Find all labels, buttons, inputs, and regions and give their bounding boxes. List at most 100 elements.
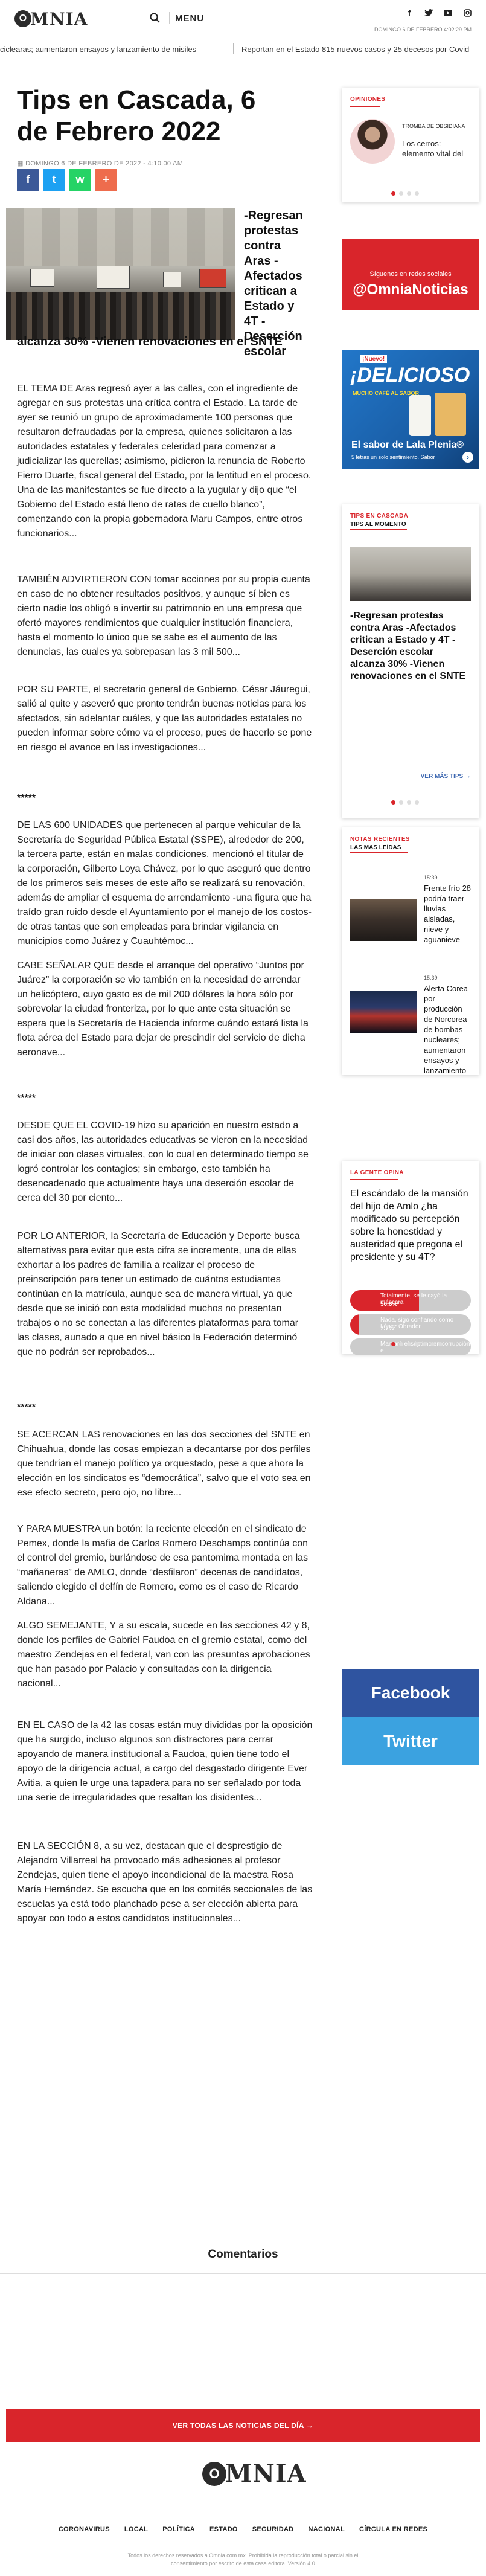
menu-button[interactable]: MENU bbox=[175, 13, 204, 24]
article-hero-image bbox=[6, 208, 235, 340]
recent-news-widget: NOTAS RECIENTES LAS MÁS LEÍDAS 15:39 Fre… bbox=[342, 827, 479, 1075]
facebook-icon[interactable]: f bbox=[405, 8, 414, 18]
header-date: DOMINGO 6 DE FEBRERO 4:02:29 PM bbox=[374, 27, 472, 33]
poll-heading: LA GENTE OPINA bbox=[350, 1169, 404, 1176]
carousel-dots bbox=[391, 800, 419, 805]
opinions-widget: OPINIONES TROMBA DE OBSIDIANA Los cerros… bbox=[342, 88, 479, 202]
article-paragraph: EN EL CASO de la 42 las cosas están muy … bbox=[17, 1720, 313, 1803]
footer-copyright: Todos los derechos reservados a Omnia.co… bbox=[127, 2552, 359, 2566]
heading-underline bbox=[350, 106, 380, 107]
footer-link[interactable]: SEGURIDAD bbox=[252, 2526, 294, 2533]
carousel-dot[interactable] bbox=[423, 1342, 427, 1346]
comments-section[interactable]: Comentarios bbox=[0, 2235, 486, 2274]
share-twitter-button[interactable]: t bbox=[43, 169, 65, 191]
ad-title: ¡DELICIOSO bbox=[350, 364, 470, 387]
carousel-dot[interactable] bbox=[407, 1342, 411, 1346]
ad-smalltext: 5 letras un solo sentimiento. Sabor bbox=[351, 454, 435, 460]
twitter-icon[interactable] bbox=[424, 8, 433, 17]
youtube-icon[interactable] bbox=[444, 8, 452, 17]
ad-tag: ¡Nuevo! bbox=[360, 355, 388, 363]
tips-heading: TIPS EN CASCADA bbox=[350, 513, 409, 519]
heading-underline bbox=[350, 852, 408, 853]
poll-option[interactable]: Marcaré el séptimo en corrupción e bbox=[350, 1338, 471, 1355]
article-paragraph: SE ACERCAN LAS renovaciones en las dos s… bbox=[17, 1430, 311, 1498]
carousel-dot[interactable] bbox=[407, 800, 411, 805]
footer-link[interactable]: POLÍTICA bbox=[162, 2526, 195, 2533]
instagram-icon[interactable] bbox=[463, 8, 472, 17]
news-thumbnail[interactable] bbox=[350, 899, 417, 941]
author-avatar[interactable] bbox=[350, 119, 395, 164]
carousel-dot[interactable] bbox=[391, 191, 395, 196]
calendar-icon: ▦ bbox=[17, 160, 26, 167]
carousel-dots bbox=[391, 1342, 443, 1346]
article-paragraph: CABE SEÑALAR QUE desde el arranque del o… bbox=[17, 960, 309, 1058]
site-logo[interactable]: O MNIA bbox=[14, 8, 88, 29]
footer-logo[interactable]: O MNIA bbox=[202, 2459, 307, 2488]
recent-heading: NOTAS RECIENTES bbox=[350, 836, 410, 843]
carousel-dots bbox=[391, 191, 419, 196]
more-tips-link[interactable]: VER MÁS TIPS → bbox=[421, 773, 471, 780]
follow-label: Síguenos en redes sociales bbox=[369, 271, 452, 278]
carousel-dot[interactable] bbox=[415, 1342, 419, 1346]
ad-arrow-icon[interactable]: › bbox=[462, 452, 473, 463]
follow-banner[interactable]: Síguenos en redes sociales @OmniaNoticia… bbox=[342, 239, 479, 310]
article-paragraph: POR LO ANTERIOR, la Secretaría de Educac… bbox=[17, 1231, 300, 1357]
footer-link[interactable]: LOCAL bbox=[124, 2526, 148, 2533]
tips-image[interactable] bbox=[350, 547, 471, 601]
advertisement[interactable]: ¡Nuevo! ¡DELICIOSO MUCHO CAFÉ AL SABOR E… bbox=[342, 350, 479, 469]
opinion-excerpt[interactable]: Los cerros: elemento vital del bbox=[402, 138, 470, 159]
article-title: Tips en Cascada, 6 de Febrero 2022 bbox=[17, 85, 256, 146]
carousel-dot[interactable] bbox=[391, 1342, 395, 1346]
carousel-dot[interactable] bbox=[415, 191, 419, 196]
news-headline[interactable]: Alerta Corea por producción de Norcorea … bbox=[424, 983, 472, 1075]
logo-mark: O bbox=[14, 10, 31, 27]
section-separator: ***** bbox=[17, 1402, 36, 1413]
carousel-dot[interactable] bbox=[430, 1342, 435, 1346]
social-links: f bbox=[405, 8, 472, 18]
article-paragraph: DE LAS 600 UNIDADES que pertenecen al pa… bbox=[17, 820, 312, 946]
carousel-dot[interactable] bbox=[391, 800, 395, 805]
poll-question: El escándalo de la mansión del hijo de A… bbox=[350, 1189, 468, 1262]
search-icon[interactable] bbox=[149, 12, 161, 24]
footer-link[interactable]: CÍRCULA EN REDES bbox=[359, 2526, 427, 2533]
poll-option[interactable]: Totalmente, se le cayó la máscara 56.8% bbox=[350, 1290, 471, 1311]
ad-product-image bbox=[435, 393, 466, 436]
twitter-button[interactable]: Twitter bbox=[342, 1717, 479, 1765]
footer-link[interactable]: ESTADO bbox=[209, 2526, 238, 2533]
ticker-item[interactable]: Reportan en el Estado 815 nuevos casos y… bbox=[241, 45, 469, 54]
news-thumbnail[interactable] bbox=[350, 991, 417, 1033]
share-whatsapp-button[interactable]: w bbox=[69, 169, 91, 191]
carousel-dot[interactable] bbox=[399, 800, 403, 805]
site-header: O MNIA MENU f DOMINGO 6 DE FEBRERO 4:02:… bbox=[0, 0, 486, 37]
news-time: 15:39 bbox=[424, 875, 438, 881]
share-more-button[interactable]: + bbox=[95, 169, 117, 191]
footer-nav: CORONAVIRUS LOCAL POLÍTICA ESTADO SEGURI… bbox=[0, 2526, 486, 2533]
footer-link[interactable]: CORONAVIRUS bbox=[59, 2526, 110, 2533]
article-summary-cont: alcanza 30% -Vienen renovaciones en el S… bbox=[17, 335, 283, 348]
opinion-author[interactable]: TROMBA DE OBSIDIANA bbox=[402, 123, 470, 130]
article-paragraph: EL TEMA DE Aras regresó ayer a las calle… bbox=[17, 384, 312, 539]
logo-text: MNIA bbox=[225, 2459, 307, 2488]
ad-promo: El sabor de Lala Plenia® bbox=[351, 440, 464, 450]
news-ticker: ciclearas; aumentaron ensayos y lanzamie… bbox=[0, 37, 486, 60]
carousel-dot[interactable] bbox=[415, 800, 419, 805]
poll-option[interactable]: Nada, sigo confiando como López Obrador … bbox=[350, 1314, 471, 1335]
article-paragraph: EN LA SECCIÓN 8, a su vez, destacan que … bbox=[17, 1841, 313, 1924]
carousel-dot[interactable] bbox=[407, 191, 411, 196]
recent-subheading: LAS MÁS LEÍDAS bbox=[350, 844, 401, 851]
tips-subheading: TIPS AL MOMENTO bbox=[350, 521, 406, 528]
section-separator: ***** bbox=[17, 1093, 36, 1103]
more-news-button[interactable]: VER TODAS LAS NOTICIAS DEL DÍA → bbox=[6, 2409, 480, 2442]
news-headline[interactable]: Frente frío 28 podría traer lluvias aisl… bbox=[424, 883, 472, 945]
article-date: ▦ DOMINGO 6 DE FEBRERO DE 2022 - 4:10:00… bbox=[17, 160, 184, 167]
news-time: 15:39 bbox=[424, 975, 438, 981]
ad-product-image bbox=[409, 395, 431, 436]
ticker-item[interactable]: ciclearas; aumentaron ensayos y lanzamie… bbox=[0, 45, 196, 54]
share-facebook-button[interactable]: f bbox=[17, 169, 39, 191]
carousel-dot[interactable] bbox=[438, 1342, 443, 1346]
carousel-dot[interactable] bbox=[399, 191, 403, 196]
footer-link[interactable]: NACIONAL bbox=[309, 2526, 345, 2533]
facebook-button[interactable]: Facebook bbox=[342, 1669, 479, 1717]
tips-summary[interactable]: -Regresan protestas contra Aras -Afectad… bbox=[350, 610, 471, 683]
carousel-dot[interactable] bbox=[399, 1342, 403, 1346]
